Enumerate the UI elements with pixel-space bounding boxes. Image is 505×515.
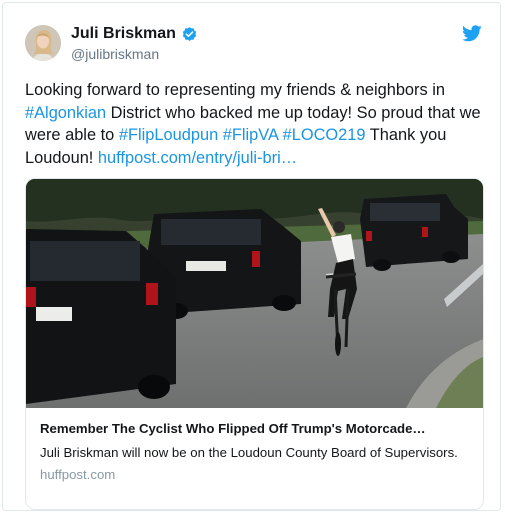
- article-photo: [26, 179, 483, 408]
- hashtag-link[interactable]: #FlipVA: [223, 126, 278, 144]
- tweet-card: Juli Briskman @julibriskman Looking forw…: [2, 2, 501, 511]
- tweet-text: Looking forward to representing my frien…: [25, 79, 490, 169]
- user-handle[interactable]: @julibriskman: [71, 46, 159, 62]
- link-card-title[interactable]: Remember The Cyclist Who Flipped Off Tru…: [40, 420, 470, 438]
- hashtag-link[interactable]: #Algonkian: [25, 104, 106, 122]
- url-link[interactable]: huffpost.com/entry/juli-bri…: [98, 149, 297, 167]
- tweet-text-segment: Looking forward to representing my frien…: [25, 81, 446, 99]
- hashtag-link[interactable]: #FlipLoudpun: [119, 126, 218, 144]
- link-card-domain: huffpost.com: [40, 467, 116, 482]
- user-name-row[interactable]: Juli Briskman: [71, 25, 198, 43]
- hashtag-link[interactable]: #LOCO219: [283, 126, 366, 144]
- verified-badge-icon: [182, 26, 197, 41]
- avatar[interactable]: [25, 25, 61, 61]
- twitter-bird-icon[interactable]: [462, 25, 482, 42]
- link-card-info: Remember The Cyclist Who Flipped Off Tru…: [40, 420, 470, 482]
- link-card-description: Juli Briskman will now be on the Loudoun…: [40, 445, 458, 460]
- link-card[interactable]: Remember The Cyclist Who Flipped Off Tru…: [25, 178, 484, 510]
- user-name[interactable]: Juli Briskman: [71, 25, 176, 43]
